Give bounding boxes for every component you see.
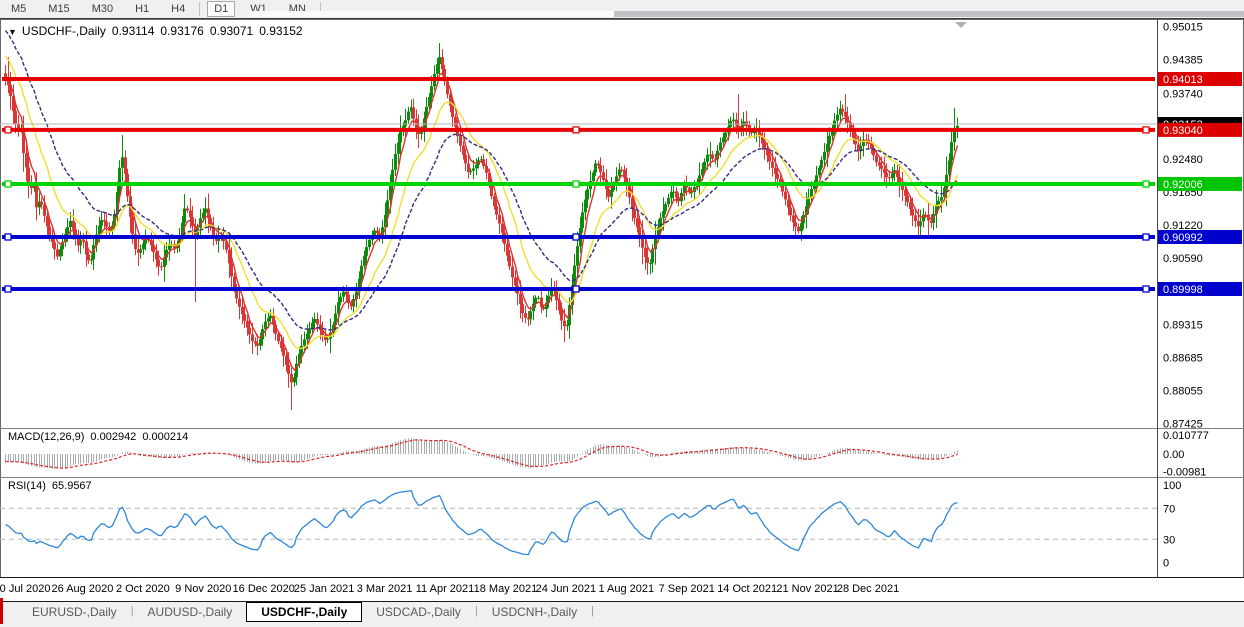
- hline-handle[interactable]: [1143, 286, 1149, 292]
- hline-handle[interactable]: [5, 234, 11, 240]
- symbol-tab-bar: EURUSD-,Daily | AUDUSD-,DailyUSDCHF-,Daily…: [0, 601, 1244, 627]
- date-label: 1 Aug 2021: [598, 583, 654, 595]
- chart-title-collapse-icon[interactable]: ▼: [8, 27, 17, 37]
- hline-handle[interactable]: [573, 127, 579, 133]
- price-axis-tick: 0.94385: [1163, 55, 1203, 67]
- price-axis-tick: 0.88685: [1163, 353, 1203, 365]
- date-label: 24 Jun 2021: [536, 583, 597, 595]
- macd-main-value: 0.002942: [90, 431, 136, 443]
- date-label: 28 Dec 2021: [837, 583, 899, 595]
- date-label: 26 Aug 2020: [52, 583, 114, 595]
- date-label: 20 Jul 2020: [0, 583, 50, 595]
- rsi-axis-tick: 30: [1163, 534, 1175, 546]
- time-axis[interactable]: 20 Jul 202026 Aug 20202 Oct 2020 9 Nov 20…: [0, 578, 1244, 601]
- price-axis-tick: 0.89315: [1163, 320, 1203, 332]
- hline-handle[interactable]: [5, 181, 11, 187]
- timeframe-button-m30[interactable]: M30: [85, 1, 120, 17]
- hline-handle[interactable]: [573, 286, 579, 292]
- ohlc-open: 0.93114: [112, 24, 155, 38]
- hline-handle[interactable]: [573, 181, 579, 187]
- rsi-axis-tick: 100: [1163, 480, 1181, 492]
- macd-signal-value: 0.000214: [142, 431, 188, 443]
- toolbar-separator: [199, 2, 200, 16]
- date-label: 18 May 2021: [474, 583, 538, 595]
- date-label: 7 Sep 2021: [659, 583, 715, 595]
- date-label: 9 Nov 2020: [175, 583, 231, 595]
- timeframe-button-d1[interactable]: D1: [207, 1, 235, 17]
- macd-axis-tick: 0.00: [1163, 449, 1184, 461]
- price-badge-text: 0.93040: [1163, 125, 1203, 137]
- price-badge-text: 0.89998: [1163, 284, 1203, 296]
- ohlc-high: 0.93176: [160, 24, 203, 38]
- price-axis-tick: 0.88055: [1163, 386, 1203, 398]
- date-label: 25 Jan 2021: [294, 583, 355, 595]
- timeframe-button-m15[interactable]: M15: [41, 1, 76, 17]
- trading-terminal-window: 0.950150.943850.937400.924800.918500.912…: [0, 0, 1244, 627]
- rsi-axis-tick: 0: [1163, 558, 1169, 570]
- timeframe-button-m5[interactable]: M5: [4, 1, 33, 17]
- date-label: 2 Oct 2020: [116, 583, 170, 595]
- ohlc-close: 0.93152: [259, 24, 302, 38]
- chart-symbol-label: USDCHF-,Daily: [22, 24, 106, 38]
- hline-handle[interactable]: [5, 286, 11, 292]
- timeframe-button-h1[interactable]: H1: [128, 1, 156, 17]
- macd-axis-tick: 0.010777: [1163, 430, 1209, 442]
- window-edge-marker: [0, 598, 3, 624]
- rsi-value: 65.9567: [52, 480, 92, 492]
- chart-canvas[interactable]: 0.950150.943850.937400.924800.918500.912…: [0, 0, 1244, 627]
- tab-separator: |: [591, 605, 594, 617]
- hline-handle[interactable]: [573, 234, 579, 240]
- symbol-tab-usdcad[interactable]: USDCAD-,Daily: [362, 603, 475, 621]
- macd-indicator-label: MACD(12,26,9) 0.002942 0.000214: [8, 431, 188, 443]
- ohlc-low: 0.93071: [210, 24, 253, 38]
- price-axis-tick: 0.87425: [1163, 419, 1203, 431]
- price-axis-tick: 0.90590: [1163, 253, 1203, 265]
- date-label: 21 Nov 2021: [776, 583, 838, 595]
- chart-hscrollbar-thumb[interactable]: [614, 11, 1244, 17]
- price-axis-tick: 0.92480: [1163, 154, 1203, 166]
- rsi-axis-tick: 70: [1163, 503, 1175, 515]
- rsi-name: RSI(14): [8, 480, 46, 492]
- date-label: 11 Apr 2021: [416, 583, 475, 595]
- rsi-indicator-label: RSI(14) 65.9567: [8, 480, 92, 492]
- price-badge-text: 0.94013: [1163, 74, 1203, 86]
- chart-title: ▼ USDCHF-,Daily 0.93114 0.93176 0.93071 0.931…: [8, 24, 303, 38]
- macd-name: MACD(12,26,9): [8, 431, 84, 443]
- date-label: 14 Oct 2021: [717, 583, 777, 595]
- price-axis-tick: 0.95015: [1163, 22, 1203, 34]
- symbol-tab-eurusd[interactable]: EURUSD-,Daily: [18, 603, 131, 621]
- hline-handle[interactable]: [1143, 181, 1149, 187]
- hline-handle[interactable]: [5, 127, 11, 133]
- date-label: 3 Mar 2021: [357, 583, 413, 595]
- symbol-tab-usdchf[interactable]: USDCHF-,Daily: [246, 602, 362, 622]
- macd-axis-tick: -0.00981: [1163, 466, 1206, 478]
- date-label: 16 Dec 2020: [233, 583, 295, 595]
- symbol-tab-usdcnh[interactable]: USDCNH-,Daily: [478, 603, 591, 621]
- hline-handle[interactable]: [1143, 127, 1149, 133]
- hline-handle[interactable]: [1143, 234, 1149, 240]
- symbol-tab-audusd[interactable]: AUDUSD-,Daily: [134, 603, 247, 621]
- price-badge-text: 0.92006: [1163, 179, 1203, 191]
- price-axis-tick: 0.93740: [1163, 88, 1203, 100]
- timeframe-button-h4[interactable]: H4: [164, 1, 192, 17]
- price-badge-text: 0.90992: [1163, 232, 1203, 244]
- chart-frame: [1, 20, 1244, 578]
- chart-hscrollbar-track[interactable]: [250, 11, 1244, 17]
